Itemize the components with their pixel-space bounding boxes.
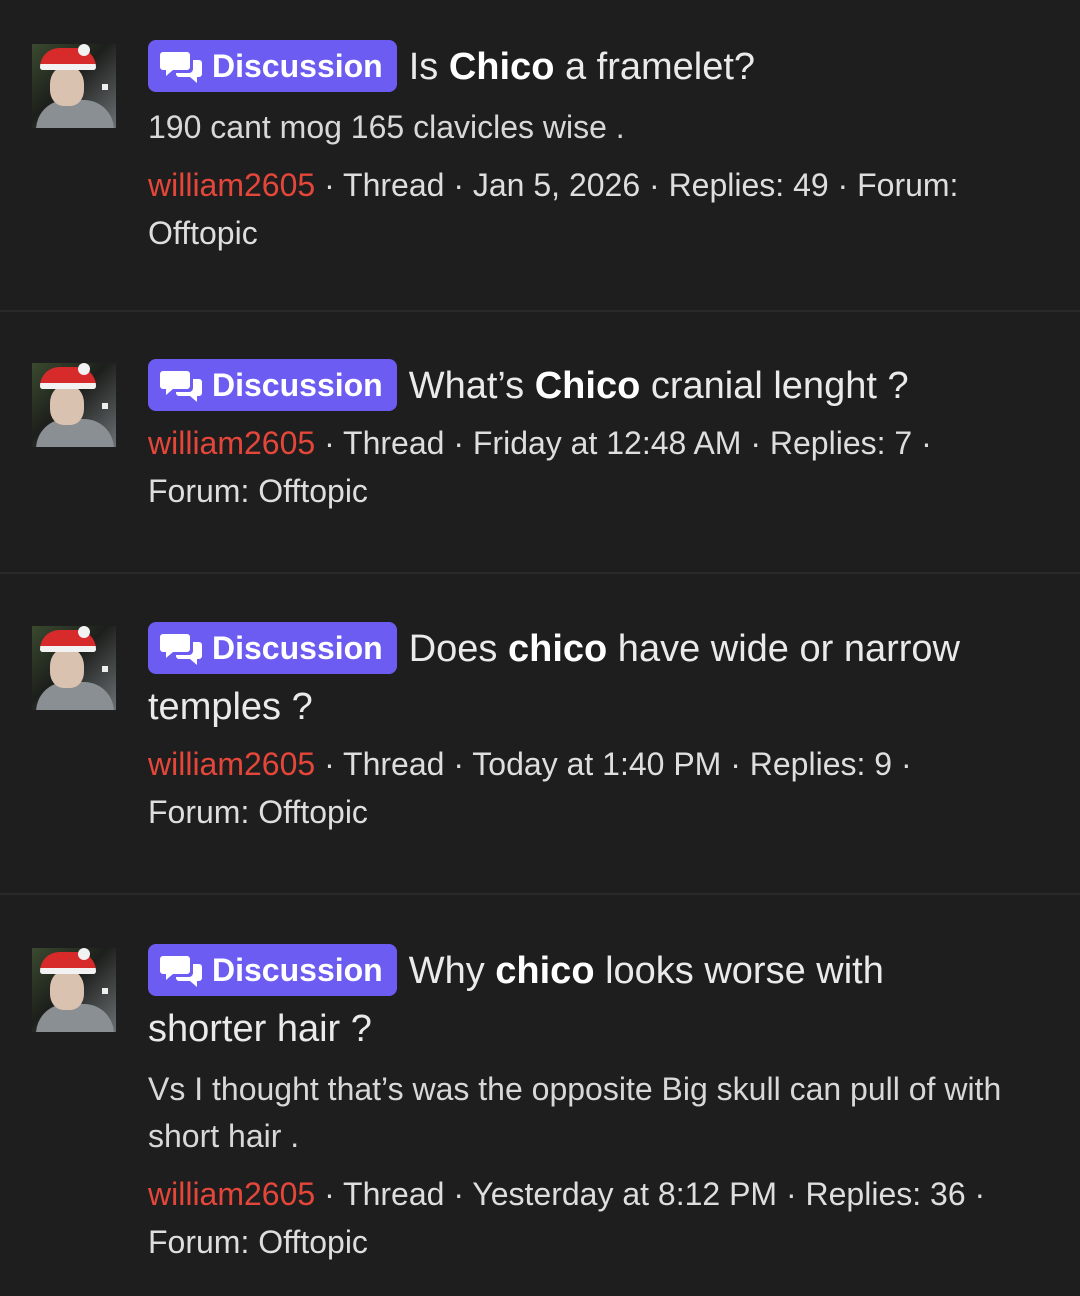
thread-title[interactable]: Discussion What’s Chico cranial lenght ? bbox=[148, 357, 1010, 415]
list-item[interactable]: Discussion Does chico have wide or narrow… bbox=[0, 574, 1080, 895]
title-text-pre: Does bbox=[408, 628, 508, 670]
chat-bubbles-icon bbox=[160, 630, 202, 666]
author-link[interactable]: william2605 bbox=[148, 746, 315, 782]
title-text-pre: Why bbox=[408, 950, 496, 992]
title-text-highlight: chico bbox=[508, 628, 608, 670]
title-text-post: cranial lenght ? bbox=[640, 365, 909, 407]
prefix-badge[interactable]: Discussion bbox=[148, 359, 397, 411]
list-item[interactable]: Discussion Is Chico a framelet? 190 cant … bbox=[0, 0, 1080, 312]
thread-meta: william2605 · Thread · Yesterday at 8:12… bbox=[148, 1170, 1010, 1266]
title-text-post: a framelet? bbox=[554, 46, 756, 88]
title-text-pre: Is bbox=[408, 46, 449, 88]
thread-title[interactable]: Discussion Is Chico a framelet? bbox=[148, 38, 1010, 96]
title-text-highlight: Chico bbox=[448, 46, 555, 88]
chat-bubbles-icon bbox=[160, 952, 202, 988]
thread-snippet: 190 cant mog 165 clavicles wise . bbox=[148, 109, 625, 145]
avatar[interactable] bbox=[32, 44, 116, 128]
thread-meta: william2605 · Thread · Today at 1:40 PM … bbox=[148, 740, 1010, 836]
title-text-highlight: Chico bbox=[534, 365, 641, 407]
author-link[interactable]: william2605 bbox=[148, 167, 315, 203]
prefix-badge[interactable]: Discussion bbox=[148, 622, 397, 674]
author-link[interactable]: william2605 bbox=[148, 1176, 315, 1212]
prefix-badge[interactable]: Discussion bbox=[148, 944, 397, 996]
title-text-pre: What’s bbox=[408, 365, 535, 407]
chat-bubbles-icon bbox=[160, 367, 202, 403]
prefix-badge[interactable]: Discussion bbox=[148, 40, 397, 92]
thread-meta: william2605 · Thread · Friday at 12:48 A… bbox=[148, 419, 1010, 515]
author-link[interactable]: william2605 bbox=[148, 425, 315, 461]
chat-bubbles-icon bbox=[160, 48, 202, 84]
thread-snippet: Vs I thought that’s was the opposite Big… bbox=[148, 1071, 1002, 1154]
thread-meta: william2605 · Thread · Jan 5, 2026 · Rep… bbox=[148, 161, 1010, 257]
title-text-highlight: chico bbox=[495, 950, 595, 992]
avatar[interactable] bbox=[32, 948, 116, 1032]
avatar[interactable] bbox=[32, 626, 116, 710]
list-item[interactable]: Discussion What’s Chico cranial lenght ? … bbox=[0, 312, 1080, 574]
thread-title[interactable]: Discussion Why chico looks worse with sho… bbox=[148, 942, 1010, 1058]
thread-title[interactable]: Discussion Does chico have wide or narrow… bbox=[148, 620, 1010, 736]
search-results-list: Discussion Is Chico a framelet? 190 cant … bbox=[0, 0, 1080, 1296]
avatar[interactable] bbox=[32, 363, 116, 447]
list-item[interactable]: Discussion Why chico looks worse with sho… bbox=[0, 895, 1080, 1296]
